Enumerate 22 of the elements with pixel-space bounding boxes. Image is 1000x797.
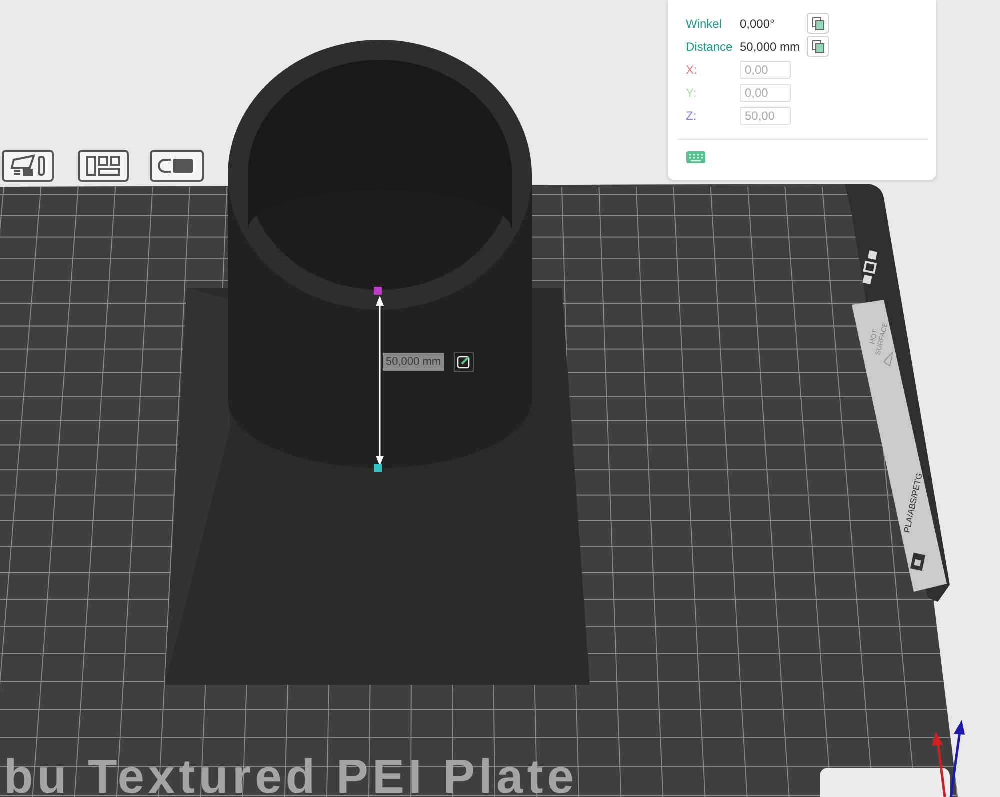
- start-point-marker: [374, 287, 382, 295]
- x-axis-arrow: [932, 732, 946, 797]
- plate-logo-icon: [910, 552, 926, 572]
- edit-icon: [457, 355, 471, 369]
- measure-value: 0,000°: [740, 16, 776, 30]
- measure-label: Distance: [686, 40, 734, 54]
- toolbar-button[interactable]: [150, 150, 204, 182]
- toolbar-button[interactable]: [78, 150, 129, 182]
- edit-button[interactable]: [454, 352, 474, 372]
- copy-icon: [812, 16, 824, 30]
- copy-button[interactable]: [807, 36, 829, 57]
- arrange-icon: [8, 154, 48, 178]
- copy-button[interactable]: [807, 13, 829, 34]
- end-point-marker: [374, 464, 382, 472]
- copy-icon: [812, 40, 824, 54]
- axis-label: X:: [686, 62, 698, 76]
- axis-label: Z:: [686, 108, 698, 122]
- toolbar-button[interactable]: [2, 150, 54, 182]
- measure-label: Winkel: [686, 16, 724, 30]
- measure-value: 50,000 mm: [740, 40, 802, 54]
- axis-label: Y:: [686, 86, 698, 100]
- dimension-label: 50,000 mm: [383, 353, 444, 371]
